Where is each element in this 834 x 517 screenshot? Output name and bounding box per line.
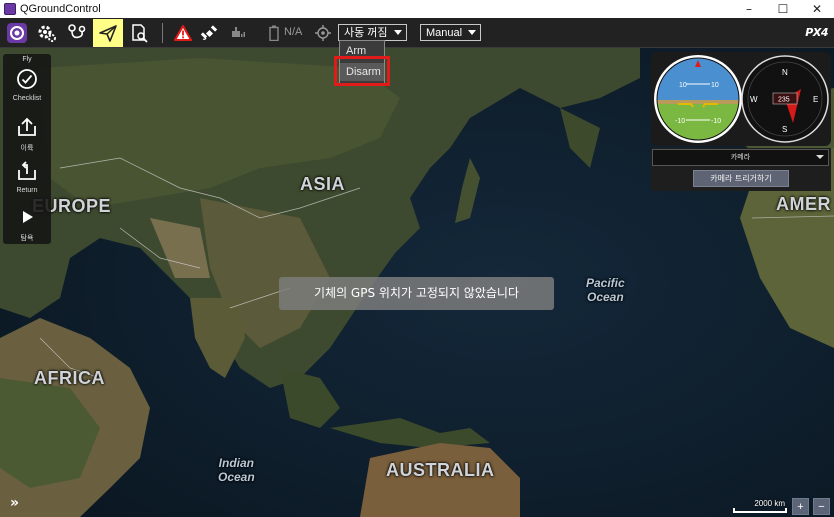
- zoom-out-button[interactable]: −: [813, 498, 830, 515]
- camera-select[interactable]: 카메라: [652, 149, 829, 166]
- continent-label-asia: ASIA: [300, 174, 346, 194]
- compass-north: N: [782, 68, 788, 77]
- arm-status-combo[interactable]: 사동 꺼짐: [338, 24, 407, 41]
- compass-indicator: N E S W 235: [741, 55, 829, 143]
- battery-icon: [269, 25, 279, 41]
- settings-button[interactable]: [32, 19, 62, 47]
- instrument-panel: 10 10 -10 -10 N E S W 235: [651, 52, 831, 146]
- disarm-highlight-box: [334, 56, 390, 86]
- map-scale-bar: [733, 508, 787, 513]
- checklist-button[interactable]: Checklist: [3, 68, 51, 102]
- camera-trigger-button[interactable]: 카메라 트리거하기: [693, 170, 789, 187]
- toolstrip-header: Fly: [3, 55, 51, 63]
- analyze-view-button[interactable]: [124, 19, 154, 47]
- fly-toolstrip: Fly Checklist 이륙 Return 탐욕: [3, 54, 51, 244]
- compass-west: W: [750, 95, 758, 104]
- attitude-tick-label: -10: [675, 118, 685, 125]
- camera-select-label: 카메라: [730, 153, 751, 161]
- action-label: 탐욕: [20, 235, 34, 242]
- continent-label-australia: AUSTRALIA: [386, 460, 495, 480]
- arm-status-label: 사동 꺼짐: [344, 27, 388, 39]
- checklist-label: Checklist: [12, 95, 42, 102]
- fly-view-button[interactable]: [93, 19, 123, 47]
- takeoff-label: 이륙: [20, 145, 34, 152]
- flight-mode-label: Manual: [426, 27, 463, 39]
- app-logo-button[interactable]: [2, 19, 32, 47]
- attitude-tick-label: 10: [711, 82, 719, 89]
- drone-icon: [232, 27, 245, 37]
- takeoff-icon: [18, 117, 36, 136]
- px4-logo: PX4: [805, 26, 828, 39]
- zoom-in-button[interactable]: +: [792, 498, 809, 515]
- ocean-label-pacific: Pacific Ocean: [586, 276, 625, 304]
- gear-icon: [38, 25, 56, 42]
- gps-status-message: 기체의 GPS 위치가 고정되지 않았습니다: [279, 277, 554, 310]
- attitude-indicator: 10 10 -10 -10: [654, 55, 742, 143]
- maximize-button[interactable]: ☐: [766, 0, 800, 18]
- toolbar-divider: [162, 23, 163, 43]
- battery-indicator[interactable]: [266, 19, 282, 47]
- return-label: Return: [16, 187, 38, 194]
- paper-plane-icon: [99, 25, 117, 42]
- window-title: QGroundControl: [20, 3, 101, 15]
- toolstrip-header-label: Fly: [22, 56, 32, 63]
- check-circle-icon: [17, 69, 37, 89]
- flight-mode-combo[interactable]: Manual: [420, 24, 482, 41]
- app-icon: [4, 3, 16, 15]
- compass-heading: 235: [778, 97, 790, 104]
- map-scale-label: 2000 km: [754, 499, 785, 508]
- return-icon: [18, 161, 36, 180]
- continent-label-america: AMER: [776, 194, 831, 214]
- attitude-tick-label: -10: [711, 118, 721, 125]
- warning-icon: [174, 25, 192, 41]
- gps-indicator[interactable]: [194, 19, 224, 47]
- play-icon: [23, 211, 33, 223]
- battery-status-text: N/A: [284, 26, 303, 38]
- ocean-label-indian: Indian Ocean: [218, 456, 255, 484]
- app-logo-icon: [7, 23, 27, 43]
- close-button[interactable]: ✕: [800, 0, 834, 18]
- chevron-down-icon: [468, 30, 477, 35]
- attitude-tick-label: 10: [679, 82, 687, 89]
- minimize-button[interactable]: –: [732, 0, 766, 18]
- compass-south: S: [782, 125, 787, 134]
- chevron-down-icon: [816, 155, 824, 159]
- compass-east: E: [813, 95, 818, 104]
- action-button[interactable]: 탐욕: [3, 206, 51, 243]
- rc-rssi-indicator[interactable]: [222, 19, 252, 47]
- chevron-down-icon: [393, 30, 402, 35]
- gps-target-icon: [315, 25, 331, 41]
- title-bar: QGroundControl – ☐ ✕: [0, 0, 834, 18]
- analyze-icon: [132, 24, 148, 43]
- plan-view-button[interactable]: [62, 19, 92, 47]
- qgc-window: QGroundControl – ☐ ✕ N/A 사동 꺼짐 Manual PX…: [0, 0, 834, 517]
- expand-panel-button[interactable]: »: [10, 495, 19, 511]
- satellite-icon: [200, 25, 218, 40]
- main-toolbar: N/A 사동 꺼짐 Manual PX4: [0, 18, 834, 48]
- camera-panel: 카메라 카메라 트리거하기: [651, 148, 831, 191]
- map-scale: 2000 km: [733, 499, 787, 515]
- route-icon: [68, 24, 86, 39]
- continent-label-africa: AFRICA: [34, 368, 105, 388]
- gps-target-button[interactable]: [308, 19, 338, 47]
- return-button[interactable]: Return: [3, 160, 51, 194]
- takeoff-button[interactable]: 이륙: [3, 116, 51, 153]
